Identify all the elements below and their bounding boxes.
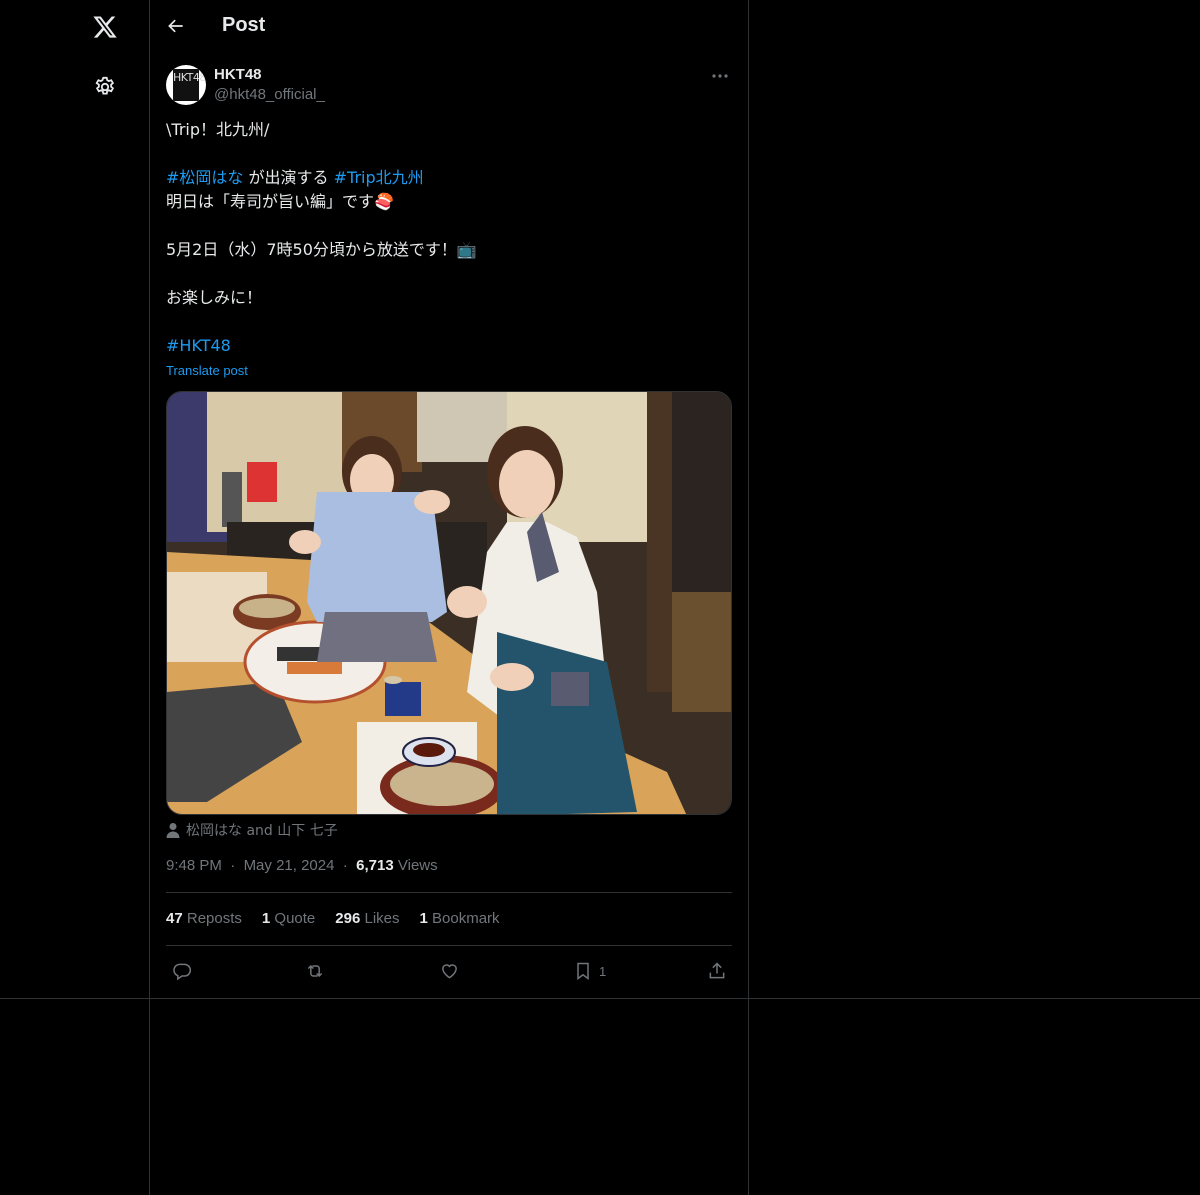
hashtag-link[interactable]: #HKT48 (166, 336, 231, 355)
post-meta: 9:48 PM · May 21, 2024 · 6,713 Views (166, 857, 438, 874)
gear-icon[interactable] (92, 74, 118, 100)
post-text-segment: \Trip！北九州/ (166, 120, 270, 139)
post-time[interactable]: 9:48 PM (166, 857, 222, 874)
action-bar: 1 (166, 958, 732, 984)
left-divider (149, 0, 150, 1195)
x-logo-icon[interactable] (92, 14, 118, 40)
post-text: \Trip！北九州/#松岡はな が出演する #Trip北九州 明日は「寿司が旨い編… (166, 118, 732, 358)
share-icon[interactable] (707, 958, 727, 984)
reply-icon[interactable] (172, 958, 192, 984)
stat-label: Reposts (186, 910, 242, 927)
avatar-logo-text: HKT48 (173, 71, 206, 84)
stat-likes[interactable]: 296 Likes (335, 910, 399, 927)
back-arrow-icon[interactable] (166, 16, 188, 38)
post-stats: 47 Reposts 1 Quote 296 Likes 1 Bookmark (166, 910, 500, 927)
post-text-segment: 📺 (456, 240, 477, 259)
bookmark-button[interactable]: 1 (573, 958, 606, 984)
divider (166, 892, 732, 893)
more-icon[interactable] (710, 66, 730, 86)
post-date[interactable]: May 21, 2024 (244, 857, 335, 874)
hashtag-link[interactable]: #Trip北九州 (334, 168, 424, 187)
divider (166, 945, 732, 946)
avatar-logo: HKT48 (173, 69, 206, 101)
views-label: Views (397, 857, 438, 874)
stat-count: 296 (335, 910, 361, 927)
stat-count: 1 (419, 910, 428, 927)
avatar[interactable]: HKT48 (166, 65, 206, 105)
bookmark-icon (577, 962, 589, 980)
post-text-segment: 🍣 (374, 192, 394, 211)
post-text-segment: が出演する (243, 168, 334, 187)
translate-post-link[interactable]: Translate post (166, 363, 248, 378)
post-author: HKT48 HKT48 @hkt48_official_ (166, 64, 732, 106)
stat-count: 47 (166, 910, 183, 927)
post-text-segment: 明日は「寿司が旨い編」です (166, 192, 375, 211)
post-line: 明日は「寿司が旨い編」です🍣 (166, 190, 732, 214)
post-line: #HKT48 (166, 334, 732, 358)
post-line: お楽しみに！ (166, 286, 732, 310)
stat-count: 1 (261, 910, 271, 927)
stat-quote[interactable]: 1 Quote (262, 910, 315, 927)
author-handle[interactable]: @hkt48_official_ (214, 86, 325, 103)
post-line: \Trip！北九州/ (166, 118, 732, 142)
stat-label: Likes (364, 910, 400, 927)
stat-reposts[interactable]: 47 Reposts (166, 910, 242, 927)
right-divider (748, 0, 749, 1195)
post-line: #松岡はな が出演する #Trip北九州 (166, 166, 732, 190)
stat-label: Bookmark (432, 910, 500, 927)
bookmark-count: 1 (599, 963, 607, 979)
meta-dot: · (226, 857, 240, 874)
post-text-segment: お楽しみに！ (166, 288, 263, 307)
meta-dot: · (338, 857, 352, 874)
tagged-people-text: 松岡はな and 山下 七子 (186, 823, 338, 839)
post-line: 5月2日（水）7時50分頃から放送です！📺 (166, 238, 732, 262)
page-header: Post (150, 0, 748, 54)
person-icon (166, 823, 180, 838)
stat-label: Quote (274, 910, 316, 927)
hashtag-link[interactable]: #松岡はな (166, 168, 243, 187)
post-column: Post HKT48 HKT48 @hkt48_official_ \Trip！… (150, 0, 748, 981)
like-icon[interactable] (439, 958, 460, 984)
author-name[interactable]: HKT48 (214, 66, 262, 83)
post-image[interactable] (166, 391, 732, 815)
stat-bookmark[interactable]: 1 Bookmark (420, 910, 500, 927)
bottom-divider (0, 998, 1200, 999)
tagged-people[interactable]: 松岡はな and 山下 七子 (166, 820, 338, 840)
post-text-segment: 5月2日（水）7時50分頃から放送です！ (166, 240, 457, 259)
repost-icon[interactable] (304, 958, 326, 984)
views-count: 6,713 (356, 857, 394, 874)
page-title: Post (222, 14, 266, 36)
